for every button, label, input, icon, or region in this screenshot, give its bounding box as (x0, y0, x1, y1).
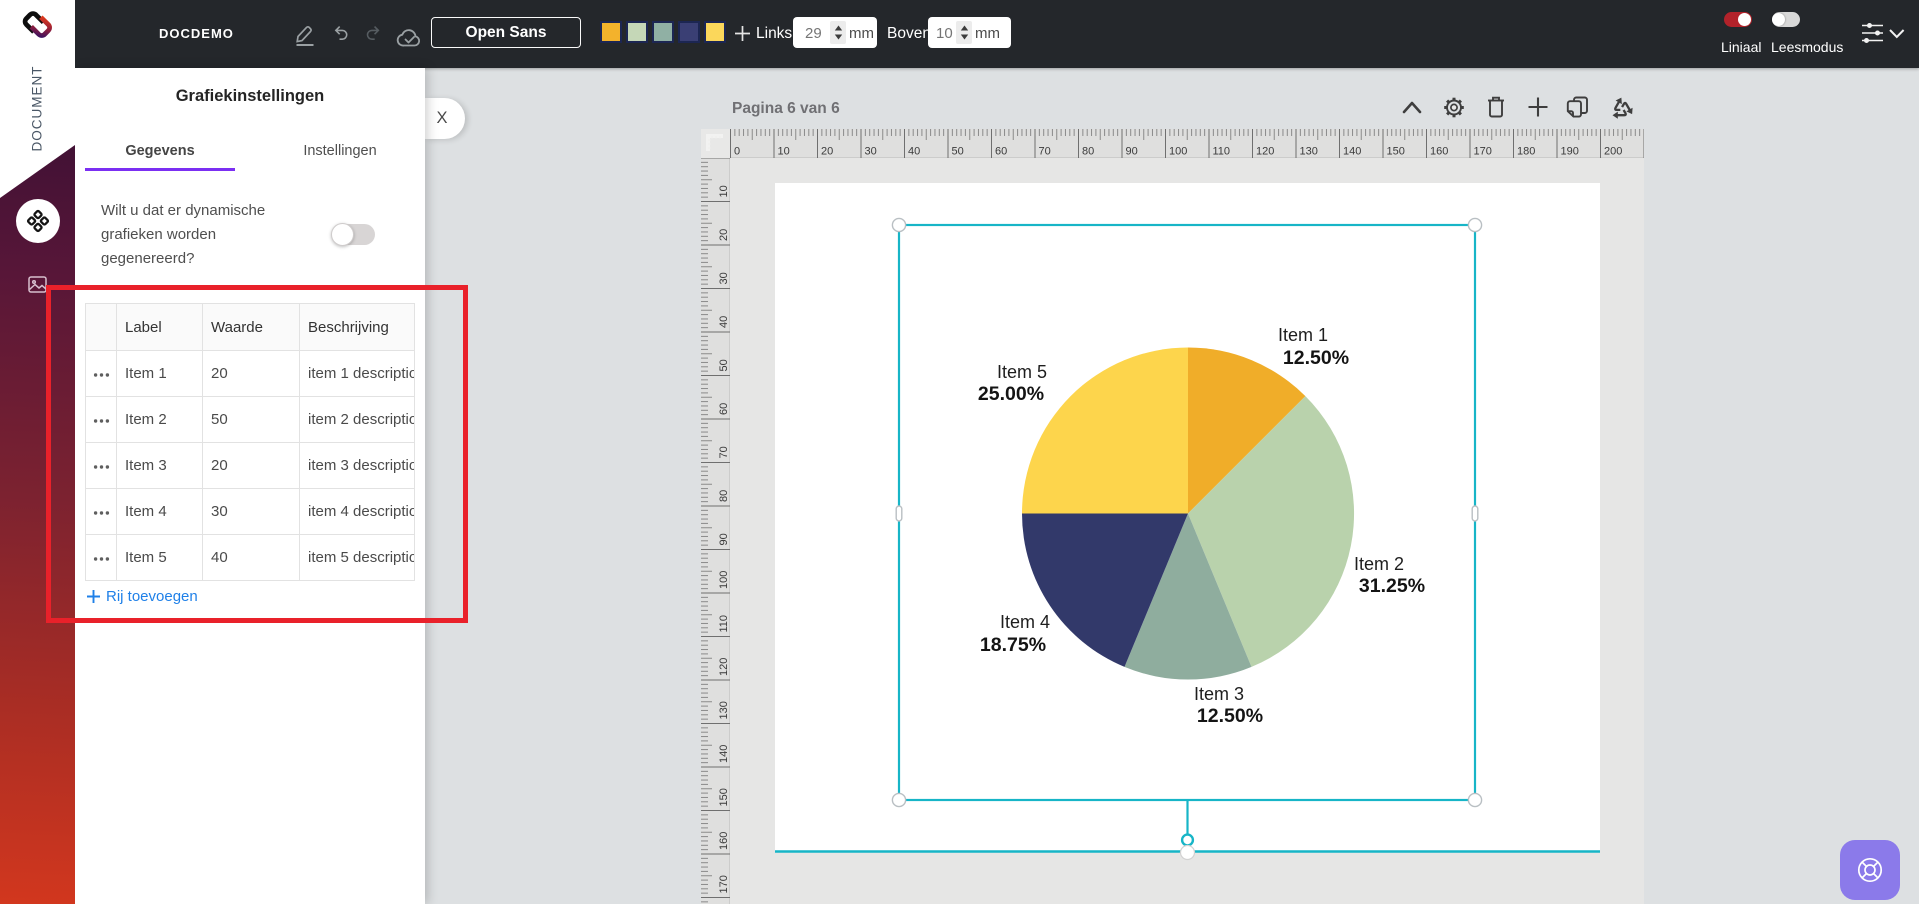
svg-text:Item 2: Item 2 (1354, 554, 1404, 574)
svg-text:Item 4: Item 4 (1000, 612, 1050, 632)
svg-text:31.25%: 31.25% (1359, 575, 1425, 597)
svg-text:12.50%: 12.50% (1197, 705, 1263, 727)
svg-text:Item 5: Item 5 (997, 362, 1047, 382)
svg-text:25.00%: 25.00% (978, 383, 1044, 405)
svg-text:18.75%: 18.75% (980, 634, 1046, 656)
svg-text:Item 3: Item 3 (1194, 684, 1244, 704)
svg-text:12.50%: 12.50% (1283, 347, 1349, 369)
svg-text:Item 1: Item 1 (1278, 325, 1328, 345)
